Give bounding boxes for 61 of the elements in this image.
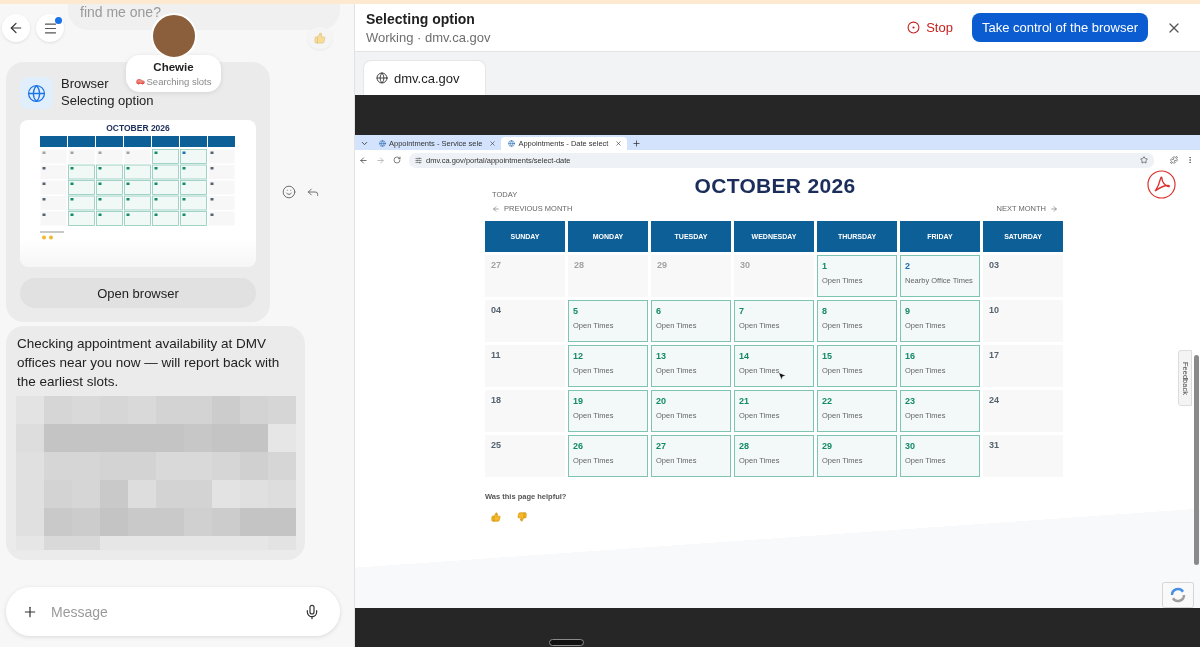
menu-icon bbox=[42, 20, 58, 36]
globe-icon bbox=[508, 140, 516, 147]
agent-status: Searching slots bbox=[146, 75, 212, 87]
thumbnail-title: OCTOBER 2026 bbox=[106, 123, 170, 133]
arrow-left-icon[interactable] bbox=[359, 155, 368, 165]
calendar-cell: 29 bbox=[651, 255, 731, 297]
circular-arrows-icon bbox=[1162, 582, 1194, 608]
tool-status: Selecting option bbox=[61, 92, 154, 109]
site-tab[interactable]: dmv.ca.gov bbox=[363, 60, 486, 95]
open-browser-button[interactable]: Open browser bbox=[20, 278, 256, 308]
message-field[interactable]: Message bbox=[51, 600, 291, 623]
calendar-cell: 28 bbox=[568, 255, 648, 297]
smiley-icon[interactable] bbox=[282, 185, 296, 199]
globe-icon bbox=[20, 77, 53, 109]
arrow-right-icon bbox=[1050, 204, 1058, 213]
close-icon[interactable] bbox=[615, 140, 623, 147]
panel-subtitle: Working · dmv.ca.gov bbox=[366, 29, 491, 45]
globe-icon bbox=[376, 72, 388, 84]
menu-button[interactable] bbox=[36, 14, 64, 42]
month-title: OCTOBER 2026 bbox=[694, 175, 856, 197]
star-icon[interactable] bbox=[1140, 156, 1148, 164]
calendar-cell: 30 bbox=[734, 255, 814, 297]
mouse-cursor-icon bbox=[777, 371, 787, 381]
message-text: Checking appointment availability at DMV offices near you now — will report back with the earliest slots. bbox=[16, 335, 281, 391]
calendar-cell: 17 bbox=[983, 345, 1063, 387]
thumbs-up-icon[interactable] bbox=[491, 512, 501, 522]
reply-arrow-icon[interactable] bbox=[306, 185, 320, 199]
globe-icon bbox=[379, 140, 386, 147]
screenshot-thumbnail[interactable]: OCTOBER 2026 bbox=[20, 120, 256, 267]
calendar-cell: 24 bbox=[983, 390, 1063, 432]
calendar-cell: 27 bbox=[485, 255, 565, 297]
close-icon[interactable] bbox=[489, 140, 497, 147]
thumbs-up-icon bbox=[314, 32, 326, 44]
calendar-cell: 31 bbox=[983, 435, 1063, 477]
scrollbar-thumb[interactable] bbox=[1194, 355, 1199, 565]
reload-icon[interactable] bbox=[393, 156, 401, 164]
plus-icon[interactable] bbox=[632, 139, 642, 148]
pdf-reader-icon[interactable] bbox=[1147, 170, 1176, 199]
arrow-left-icon bbox=[492, 204, 500, 213]
calendar-cell: 25 bbox=[485, 435, 565, 477]
chevron-down-icon[interactable] bbox=[360, 139, 369, 148]
stop-button[interactable]: Stop bbox=[907, 20, 953, 35]
calendar-cell: 11 bbox=[485, 345, 565, 387]
car-icon bbox=[135, 76, 145, 86]
panel-title: Selecting option bbox=[366, 10, 475, 28]
calendar-cell: 03 bbox=[983, 255, 1063, 297]
puzzle-piece-icon[interactable] bbox=[1170, 156, 1178, 164]
calendar-cell: 04 bbox=[485, 300, 565, 342]
microphone-icon[interactable] bbox=[304, 603, 320, 620]
message-input[interactable]: Message bbox=[6, 587, 340, 636]
calendar-cell: 10 bbox=[983, 300, 1063, 342]
back-button[interactable] bbox=[2, 14, 30, 42]
calendar-cell: 18 bbox=[485, 390, 565, 432]
take-control-button[interactable]: Take control of the browser bbox=[971, 13, 1148, 42]
home-indicator bbox=[549, 639, 584, 646]
agent-name: Chewie bbox=[153, 60, 194, 74]
thumbs-down-icon[interactable] bbox=[517, 512, 527, 522]
vertical-dots-icon[interactable] bbox=[1186, 156, 1194, 164]
tool-name: Browser bbox=[61, 75, 109, 92]
sliders-icon[interactable] bbox=[415, 156, 422, 164]
circle-dot-icon bbox=[907, 21, 921, 34]
